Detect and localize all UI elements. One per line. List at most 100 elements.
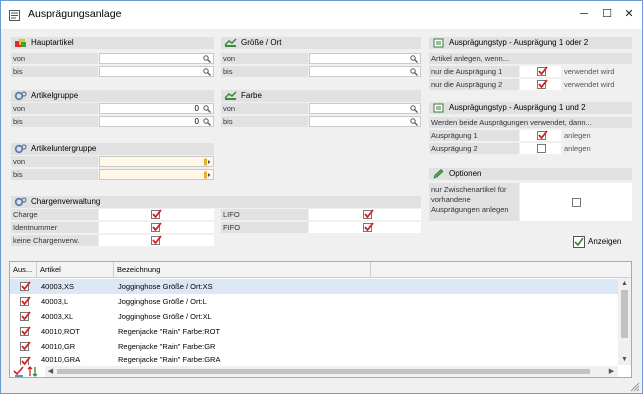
maximize-button[interactable]: ☐	[600, 7, 614, 21]
table-row[interactable]: 40010,GRA Regenjacke "Rain" Farbe:GRA	[10, 354, 618, 365]
select-all-icon[interactable]	[13, 366, 25, 377]
close-button[interactable]: ✕	[622, 7, 636, 21]
artikelgruppe-title: Artikelgruppe	[31, 91, 79, 100]
farbe-header: Farbe	[221, 90, 421, 102]
table-row[interactable]: 40010,ROT Regenjacke "Rain" Farbe:ROT	[10, 324, 618, 339]
row-checkbox[interactable]	[20, 356, 31, 365]
column-header-bezeichnung[interactable]: Bezeichnung	[114, 262, 371, 278]
fifo-label: FIFO	[221, 222, 308, 233]
artikeluntergruppe-bis-input[interactable]	[99, 169, 214, 180]
hauptartikel-von-label: von	[11, 53, 98, 64]
artikel-cell: 40003,L	[41, 297, 69, 306]
toggle-selection-icon[interactable]	[27, 366, 39, 377]
identnummer-label: Identnummer	[11, 222, 98, 233]
vertical-scroll-thumb[interactable]	[621, 290, 628, 338]
column-header-auspraegung[interactable]: Aus...	[10, 262, 37, 278]
auspraegung1-checkbox[interactable]	[537, 130, 548, 140]
optionen-title: Optionen	[449, 169, 482, 178]
artikeluntergruppe-von-input[interactable]	[99, 156, 214, 167]
farbe-von-input[interactable]	[309, 103, 421, 114]
scroll-icon	[433, 103, 444, 113]
gears-icon	[14, 144, 27, 154]
app-icon	[9, 10, 20, 21]
hauptartikel-von-input[interactable]	[99, 53, 214, 64]
column-header-artikel[interactable]: Artikel	[37, 262, 114, 278]
search-icon[interactable]	[410, 68, 418, 76]
typ1und2-title: Ausprägungstyp - Ausprägung 1 und 2	[449, 103, 586, 112]
identnummer-checkbox[interactable]	[151, 222, 162, 232]
table-row[interactable]: 40003,XL Jogginghose Größe / Ort:XL	[10, 309, 618, 324]
groesse-von-label: von	[221, 53, 308, 64]
row-checkbox[interactable]	[20, 341, 31, 351]
pencil-icon	[433, 169, 444, 179]
artikel-cell: 40003,XL	[41, 312, 74, 321]
articles-icon	[15, 39, 26, 47]
zwischenartikel-label-line3: Ausprägungen anlegen	[431, 205, 509, 214]
nur-auspraegung2-checkbox[interactable]	[537, 79, 548, 89]
auspraegung1-label: Ausprägung 1	[429, 130, 519, 141]
groesse-von-input[interactable]	[309, 53, 421, 64]
hauptartikel-title: Hauptartikel	[31, 38, 74, 47]
row-checkbox[interactable]	[20, 296, 31, 306]
vertical-scrollbar[interactable]: ▲ ▼	[618, 278, 631, 365]
auspraegung2-checkbox[interactable]	[537, 144, 546, 153]
picker-icon[interactable]	[203, 158, 211, 166]
picker-icon[interactable]	[203, 171, 211, 179]
anzeigen-label: Anzeigen	[588, 237, 622, 246]
search-icon[interactable]	[203, 55, 211, 63]
charge-checkbox[interactable]	[151, 209, 162, 219]
keine-chargen-checkbox[interactable]	[151, 235, 162, 245]
farbe-von-label: von	[221, 103, 308, 114]
farbe-bis-input[interactable]	[309, 116, 421, 127]
farbe-bis-label: bis	[221, 116, 308, 127]
artikeluntergruppe-title: Artikeluntergruppe	[31, 144, 97, 153]
auspraegung2-status: anlegen	[564, 144, 591, 153]
horizontal-scroll-thumb[interactable]	[57, 369, 590, 374]
nur-auspraegung2-status: verwendet wird	[564, 80, 615, 89]
artikelgruppe-bis-label: bis	[11, 116, 98, 127]
search-icon[interactable]	[410, 55, 418, 63]
search-icon[interactable]	[203, 118, 211, 126]
column-header-empty	[371, 262, 631, 278]
scroll-down-icon[interactable]: ▼	[620, 355, 629, 364]
search-icon[interactable]	[203, 68, 211, 76]
scroll-up-icon[interactable]: ▲	[620, 279, 629, 288]
anzeigen-button[interactable]: Anzeigen	[573, 233, 629, 251]
minimize-button[interactable]: ─	[577, 7, 591, 21]
artikelgruppe-bis-input[interactable]: 0	[99, 116, 214, 127]
artikelgruppe-bis-value: 0	[194, 117, 199, 126]
zwischenartikel-checkbox[interactable]	[572, 198, 581, 207]
scroll-right-icon[interactable]: ▶	[607, 367, 616, 376]
groesse-header: Größe / Ort	[221, 37, 421, 49]
artikel-cell: 40010,GR	[41, 342, 76, 351]
hauptartikel-bis-input[interactable]	[99, 66, 214, 77]
resize-grip-icon[interactable]	[629, 381, 640, 392]
table-row[interactable]: 40003,L Jogginghose Größe / Ort:L	[10, 294, 618, 309]
bezeichnung-cell: Jogginghose Größe / Ort:XS	[118, 282, 213, 291]
keine-chargen-label: keine Chargenverw.	[11, 235, 98, 246]
artikelgruppe-header: Artikelgruppe	[11, 90, 214, 102]
artikelgruppe-von-label: von	[11, 103, 98, 114]
search-icon[interactable]	[203, 105, 211, 113]
typ1und2-header: Ausprägungstyp - Ausprägung 1 und 2	[429, 102, 632, 114]
nur-auspraegung2-label: nur die Ausprägung 2	[429, 79, 519, 90]
optionen-header: Optionen	[429, 168, 632, 180]
typ1und2-hint: Werden beide Ausprägungen verwendet, dan…	[429, 117, 632, 128]
row-checkbox[interactable]	[20, 281, 31, 291]
table-row[interactable]: 40003,XS Jogginghose Größe / Ort:XS	[10, 279, 618, 294]
horizontal-scrollbar[interactable]: ◀ ▶	[45, 366, 618, 377]
nur-auspraegung1-checkbox[interactable]	[537, 66, 548, 76]
search-icon[interactable]	[410, 105, 418, 113]
scroll-left-icon[interactable]: ◀	[46, 367, 55, 376]
fifo-checkbox[interactable]	[363, 222, 374, 232]
zwischenartikel-label-line1: nur Zwischenartikel für	[431, 185, 507, 194]
artikelgruppe-von-input[interactable]: 0	[99, 103, 214, 114]
search-icon[interactable]	[410, 118, 418, 126]
table-row[interactable]: 40010,GR Regenjacke "Rain" Farbe:GR	[10, 339, 618, 354]
row-checkbox[interactable]	[20, 326, 31, 336]
typ1oder2-header: Ausprägungstyp - Ausprägung 1 oder 2	[429, 37, 632, 49]
groesse-bis-input[interactable]	[309, 66, 421, 77]
gears-icon	[14, 91, 27, 101]
lifo-checkbox[interactable]	[363, 209, 374, 219]
row-checkbox[interactable]	[20, 311, 31, 321]
